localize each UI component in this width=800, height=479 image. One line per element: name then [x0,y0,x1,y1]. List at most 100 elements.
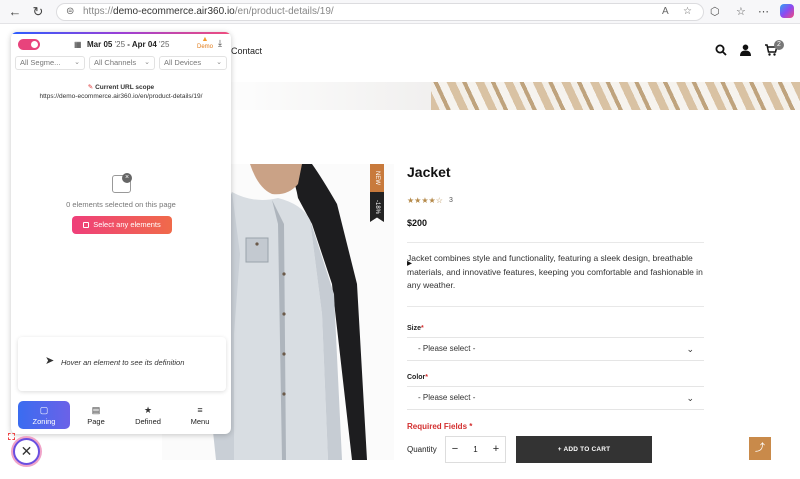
required-fields-note: Required Fields * [407,422,472,431]
required-mark: * [421,325,424,332]
channel-filter[interactable]: All Channels ⌄ [89,56,155,70]
product-description: Jacket combines style and functionality,… [407,253,703,290]
quantity-label: Quantity [407,445,437,454]
quantity-plus-button[interactable]: + [487,437,505,462]
tab-page-label: Page [87,417,105,426]
size-label: Size* [407,325,424,332]
url-scope-title-text: Current URL scope [95,84,155,91]
product-title: Jacket [407,164,451,180]
zoning-icon: ▢ [39,405,49,415]
color-select-value: - Please select - [418,393,476,402]
select-icon [83,222,90,228]
filter-bar: All Segme... ⌄ All Channels ⌄ All Devices ⌄ [15,56,227,70]
collections-icon[interactable]: ☆ [736,5,746,18]
cart-count-badge: 2 [774,40,784,50]
required-fields-text: Required Fields [407,422,468,431]
flame-icon: ▲ [201,36,209,43]
segment-filter[interactable]: All Segme... ⌄ [15,56,85,70]
product-price: $200 [407,218,428,228]
divider [407,306,704,307]
url-scheme: https:// [83,6,114,17]
color-select[interactable]: - Please select - ⌄ [407,386,704,410]
close-icon: × [122,173,132,183]
required-mark: * [469,422,473,431]
tab-defined-label: Defined [135,417,161,426]
scroll-to-top-button[interactable]: ⤴ [749,437,771,460]
banner-left [231,82,441,110]
quantity-stepper: − 1 + [445,436,506,463]
select-elements-label: Select any elements [93,220,161,229]
refresh-icon[interactable]: ↻ [30,4,46,20]
toggle-knob [31,41,38,48]
lock-icon[interactable]: ⊜ [66,4,74,20]
tab-zoning-label: Zoning [32,417,56,426]
new-ribbon: NEW [370,164,384,192]
tab-menu-label: Menu [190,417,210,426]
date-to: Apr 04 [131,40,157,49]
browser-toolbar: ← ↻ ⊜ https://demo-ecommerce.air360.io/e… [0,0,800,24]
select-elements-button[interactable]: Select any elements [72,216,172,234]
calendar-icon: ▦ [74,40,82,49]
pointer-icon: ➤ [45,355,55,367]
tab-menu[interactable]: ≡ Menu [174,401,226,429]
discount-ribbon: -18% [370,192,384,222]
size-label-text: Size [407,325,422,332]
quantity-input[interactable]: 1 [464,437,487,462]
extensions-icon[interactable]: ⬡ [710,5,720,18]
chevron-down-icon: ⌄ [74,59,80,66]
date-range-picker[interactable]: Mar 05 '25 - Apr 04 '25 [87,40,169,49]
search-icon[interactable] [715,44,727,59]
divider [407,242,704,243]
url-scope-value: https://demo-ecommerce.air360.io/en/prod… [39,93,203,100]
tab-page[interactable]: ▤ Page [70,401,122,429]
edit-icon[interactable]: ✎ [88,84,93,91]
device-filter-label: All Devices [164,58,202,67]
size-select-value: - Please select - [418,344,476,353]
mouse-cursor-icon: ▸ [407,258,413,269]
segment-filter-label: All Segme... [20,58,61,67]
rating-count[interactable]: 3 [449,197,453,204]
read-aloud-icon[interactable]: A [662,4,669,20]
demo-label: Demo [196,44,213,50]
tab-zoning[interactable]: ▢ Zoning [18,401,70,429]
required-mark: * [425,374,429,381]
panel-tab-bar: ▢ Zoning ▤ Page ★ Defined ≡ Menu [11,400,231,430]
more-icon[interactable]: ⋯ [758,5,769,18]
panel-accent-bar [11,32,231,34]
add-to-cart-button[interactable]: + ADD TO CART [516,436,652,463]
device-filter[interactable]: All Devices ⌄ [159,56,227,70]
tab-defined[interactable]: ★ Defined [122,401,174,429]
menu-icon: ≡ [197,405,203,415]
nav-link-contact[interactable]: Contact [231,46,262,56]
color-label: Color* [407,374,428,381]
date-from: Mar 05 [87,40,113,49]
back-icon[interactable]: ← [7,4,23,20]
date-to-year: '25 [159,40,170,49]
color-label-text: Color [407,374,426,381]
empty-state-text: 0 elements selected on this page [66,200,176,209]
favorite-icon[interactable]: ☆ [683,4,692,20]
url-scope-title: ✎ Current URL scope [11,83,231,91]
download-icon[interactable]: ⤓ [218,38,222,49]
banner-image [431,82,800,110]
quantity-minus-button[interactable]: − [446,437,464,462]
chevron-down-icon: ⌄ [686,344,694,354]
date-from-year: '25 [114,40,126,49]
rating-stars: ★★★★☆ [407,196,443,205]
selection-frame-icon [8,433,15,440]
page-icon: ▤ [91,405,101,415]
user-icon[interactable] [740,44,751,59]
chevron-down-icon: ⌄ [216,59,222,66]
close-overlay-button[interactable]: ✕ [13,438,40,465]
copilot-icon[interactable] [780,4,794,18]
size-select[interactable]: - Please select - ⌄ [407,337,704,361]
url-path: /en/product-details/19/ [234,6,334,17]
demo-badge: ▲ Demo [194,36,216,51]
chevron-down-icon: ⌄ [144,59,150,66]
analytics-panel: ▦ Mar 05 '25 - Apr 04 '25 ▲ Demo ⤓ All S… [11,32,231,434]
definition-hint-text: Hover an element to see its definition [61,358,185,367]
overlay-toggle[interactable] [18,39,40,50]
url-domain: demo-ecommerce.air360.io [113,6,235,17]
hero-banner [231,82,800,110]
address-bar[interactable]: ⊜ https://demo-ecommerce.air360.io/en/pr… [56,3,704,21]
